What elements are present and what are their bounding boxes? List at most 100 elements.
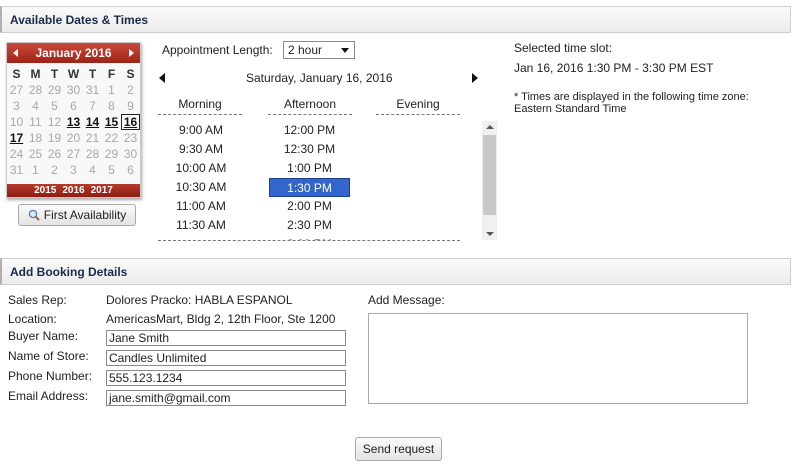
calendar-day: 3 — [70, 163, 77, 177]
time-slot-selected[interactable]: 1:30 PM — [269, 178, 350, 197]
calendar-day: 5 — [108, 163, 115, 177]
weekday-header: S — [12, 67, 21, 81]
calendar-year-link[interactable]: 2015 — [34, 185, 56, 196]
phone-number-input[interactable]: 555.123.1234 — [106, 370, 346, 386]
calendar-day: 23 — [123, 131, 138, 145]
time-slot-list: 9:00 AM 9:30 AM 10:00 AM 10:30 AM 11:00 AM 11… — [158, 121, 480, 240]
weekday-header: F — [107, 67, 116, 81]
calendar-day: 29 — [104, 147, 119, 161]
time-slot[interactable]: 11:30 AM — [158, 216, 244, 235]
calendar-day: 21 — [85, 131, 100, 145]
time-list-scrollbar[interactable] — [482, 121, 497, 240]
calendar-grid: SMTWTFS 27 28 29 30 31 1 2 3 4 5 6 7 8 9 10 11 12 13 14 15 1… — [7, 66, 140, 178]
weekday-header: T — [88, 67, 97, 81]
calendar-day: 19 — [47, 131, 62, 145]
calendar-year-bar: 2015 2016 2017 — [7, 184, 140, 197]
calendar-day: 1 — [108, 83, 115, 97]
calendar-day-available[interactable]: 16 — [121, 114, 140, 130]
calendar-day: 6 — [127, 163, 134, 177]
calendar-day: 4 — [89, 163, 96, 177]
calendar-day: 4 — [32, 99, 39, 113]
calendar-day: 26 — [47, 147, 62, 161]
calendar-day: 31 — [9, 163, 24, 177]
appointment-length-value: 2 hour — [288, 43, 323, 57]
store-name-label: Name of Store: — [8, 349, 89, 363]
calendar-day: 1 — [32, 163, 39, 177]
add-message-label: Add Message: — [368, 293, 445, 307]
calendar-day: 18 — [28, 131, 43, 145]
calendar-header: January 2016 — [7, 43, 140, 63]
phone-number-label: Phone Number: — [8, 369, 93, 383]
time-slot[interactable]: 12:30 PM — [269, 140, 350, 159]
calendar-day: 12 — [47, 115, 62, 129]
calendar-day: 22 — [104, 131, 119, 145]
time-slot[interactable]: 1:00 PM — [269, 159, 350, 178]
calendar-day: 2 — [127, 83, 134, 97]
morning-column-header: Morning — [158, 97, 242, 115]
time-slot[interactable]: 2:30 PM — [269, 216, 350, 235]
timezone-name: Eastern Standard Time — [514, 103, 627, 115]
sales-rep-value: Dolores Pracko: HABLA ESPANOL — [106, 293, 293, 307]
calendar-day-available[interactable]: 14 — [83, 114, 102, 130]
buyer-name-input[interactable]: Jane Smith — [106, 330, 346, 346]
calendar-day: 11 — [29, 115, 42, 129]
buyer-name-label: Buyer Name: — [8, 329, 79, 343]
scroll-up-icon[interactable] — [486, 125, 494, 129]
calendar-day: 2 — [51, 163, 58, 177]
weekday-header: S — [126, 67, 135, 81]
booking-section-title: Add Booking Details — [10, 265, 128, 279]
calendar-day: 30 — [123, 147, 138, 161]
calendar-day: 20 — [66, 131, 81, 145]
booking-section-header: Add Booking Details — [0, 258, 791, 285]
sales-rep-label: Sales Rep: — [8, 293, 67, 307]
time-slot[interactable]: 9:00 AM — [158, 121, 244, 140]
first-availability-label: First Availability — [43, 208, 127, 222]
location-label: Location: — [8, 312, 57, 326]
evening-column-header: Evening — [376, 97, 460, 115]
timezone-note: * Times are displayed in the following t… — [514, 91, 749, 103]
time-slot[interactable]: 2:00 PM — [269, 197, 350, 216]
mini-calendar: January 2016 SMTWTFS 27 28 29 30 31 1 2 3 4 5 6 7 8 9… — [6, 42, 141, 198]
next-day-icon[interactable] — [472, 73, 478, 83]
prev-day-icon[interactable] — [159, 73, 165, 83]
calendar-day: 28 — [85, 147, 100, 161]
calendar-year-link[interactable]: 2016 — [62, 185, 84, 196]
store-name-input[interactable]: Candles Unlimited — [106, 350, 346, 366]
time-slot[interactable]: 10:00 AM — [158, 159, 244, 178]
calendar-day: 31 — [85, 83, 100, 97]
time-slot[interactable]: 9:30 AM — [158, 140, 244, 159]
message-textarea[interactable] — [368, 313, 748, 404]
weekday-header: M — [30, 67, 41, 81]
calendar-day-available[interactable]: 17 — [7, 130, 26, 146]
calendar-day: 6 — [70, 99, 77, 113]
calendar-year-link[interactable]: 2017 — [91, 185, 113, 196]
chevron-down-icon — [341, 48, 349, 53]
scroll-down-icon[interactable] — [486, 232, 494, 236]
appointment-length-select[interactable]: 2 hour — [283, 41, 355, 59]
morning-slots: 9:00 AM 9:30 AM 10:00 AM 10:30 AM 11:00 AM 11… — [158, 121, 244, 235]
calendar-day: 27 — [66, 147, 81, 161]
location-value: AmericasMart, Bldg 2, 12th Floor, Ste 12… — [106, 312, 336, 326]
availability-section-header: Available Dates & Times — [0, 6, 791, 33]
calendar-day: 27 — [9, 83, 24, 97]
magnifier-icon — [28, 209, 40, 221]
prev-month-icon[interactable] — [13, 49, 18, 57]
calendar-day-available[interactable]: 13 — [64, 114, 83, 130]
appointment-length-label: Appointment Length: — [162, 43, 273, 57]
calendar-day-available[interactable]: 15 — [102, 114, 121, 130]
calendar-day: 10 — [9, 115, 24, 129]
time-slot[interactable]: 10:30 AM — [158, 178, 244, 197]
first-availability-button[interactable]: First Availability — [18, 204, 136, 226]
time-slot[interactable]: 11:00 AM — [158, 197, 244, 216]
selected-slot-value: Jan 16, 2016 1:30 PM - 3:30 PM EST — [514, 61, 714, 75]
next-month-icon[interactable] — [129, 49, 134, 57]
scrollbar-thumb[interactable] — [483, 135, 496, 215]
calendar-day: 7 — [89, 99, 96, 113]
calendar-day: 24 — [9, 147, 24, 161]
weekday-header: W — [67, 67, 80, 81]
time-slot[interactable]: 12:00 PM — [269, 121, 350, 140]
email-address-input[interactable]: jane.smith@gmail.com — [106, 390, 346, 406]
send-request-button[interactable]: Send request — [355, 437, 442, 461]
email-address-label: Email Address: — [8, 389, 89, 403]
calendar-day: 8 — [108, 99, 115, 113]
